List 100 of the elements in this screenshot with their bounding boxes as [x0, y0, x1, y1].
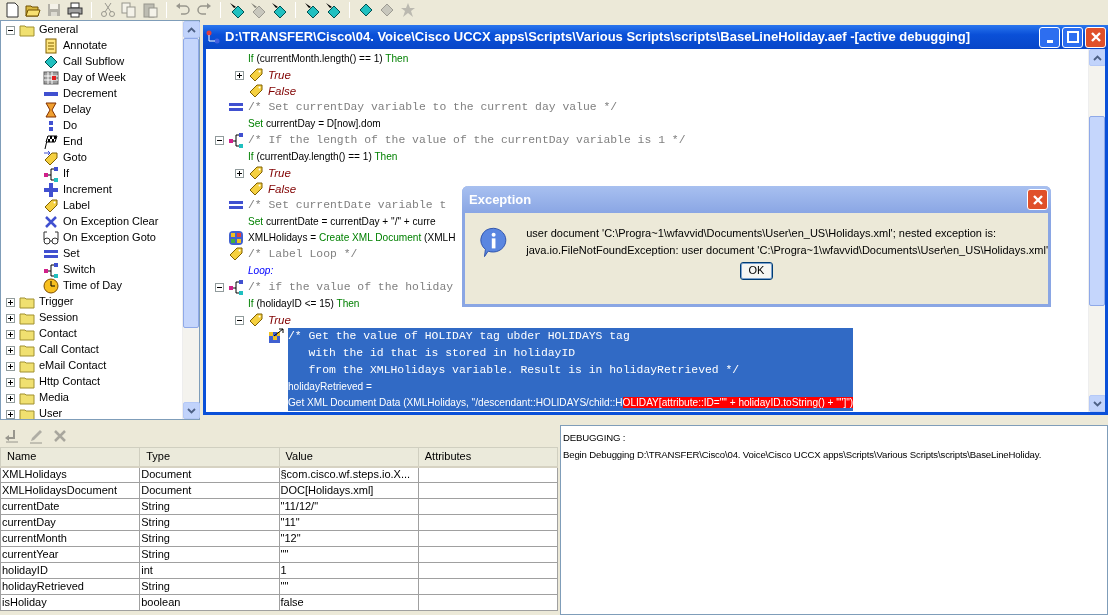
tree-item[interactable]: Http Contact	[37, 375, 101, 389]
tree-item[interactable]: If	[61, 167, 70, 181]
table-cell: currentDate	[0, 498, 140, 515]
scroll-up-button[interactable]	[183, 21, 200, 38]
table-cell: Document	[139, 482, 279, 499]
expand-toggle[interactable]	[234, 168, 244, 178]
branch-label[interactable]: True	[268, 165, 291, 181]
folder-icon	[19, 22, 35, 38]
plus-icon	[6, 346, 14, 354]
code-comment: /* Label Loop */	[248, 247, 358, 262]
branch-label[interactable]: False	[268, 83, 297, 99]
tree-item[interactable]: Contact	[37, 327, 77, 341]
expand-toggle[interactable]	[234, 70, 244, 80]
ok-button[interactable]: OK	[740, 262, 773, 280]
diamond-icon[interactable]	[325, 2, 341, 18]
tree-item[interactable]: Call Contact	[37, 343, 99, 357]
tree-item[interactable]: Call Subflow	[61, 55, 125, 69]
plus-icon	[6, 410, 14, 418]
code-line: Set currentDate = currentDay + "/" + curre	[248, 215, 436, 229]
scrollbar-track[interactable]	[182, 21, 199, 419]
selected-step-highlight[interactable]	[288, 328, 854, 411]
tree-item[interactable]: Switch	[61, 263, 96, 277]
plus-icon	[6, 298, 14, 306]
page-icon[interactable]	[4, 2, 20, 18]
scrollbar-track[interactable]	[1088, 49, 1105, 412]
tree-item[interactable]: Do	[61, 119, 78, 133]
expand-toggle[interactable]	[5, 329, 15, 339]
diamond-icon[interactable]	[271, 2, 287, 18]
expand-toggle[interactable]	[5, 409, 15, 419]
cross-icon	[43, 214, 59, 230]
tree-item[interactable]: Session	[37, 311, 79, 325]
tree-item[interactable]: Set	[61, 247, 80, 261]
tag-icon	[248, 312, 264, 328]
folder-icon	[19, 358, 35, 374]
column-header[interactable]: Name	[0, 447, 140, 467]
tree-item[interactable]: eMail Contact	[37, 359, 107, 373]
diamond-icon[interactable]	[229, 2, 245, 18]
debug-line: Begin Debugging D:\TRANSFER\Cisco\04. Voice\Cisco UCCX apps\Scripts\Various Scripts\scripts\BaseLineHoliday.	[563, 448, 1043, 462]
column-header[interactable]: Value	[279, 447, 419, 467]
table-cell: XMLHolidays	[0, 466, 140, 483]
minimize-button[interactable]	[1039, 26, 1060, 48]
branch-label[interactable]: True	[268, 67, 291, 83]
scrollbar-thumb[interactable]	[1089, 116, 1105, 306]
dialog-title: Exception	[469, 191, 533, 208]
minimize-icon	[1046, 39, 1053, 43]
expand-toggle[interactable]	[5, 345, 15, 355]
close-icon	[1089, 31, 1102, 43]
scroll-down-button[interactable]	[1089, 395, 1105, 412]
tree-item[interactable]: General	[37, 23, 79, 37]
tree-item[interactable]: Delay	[61, 103, 92, 117]
code-comment: /* Set currentDate variable t	[248, 198, 447, 213]
tag-icon	[248, 181, 264, 197]
tree-item[interactable]: Trigger	[37, 295, 74, 309]
expand-toggle[interactable]	[234, 315, 244, 325]
column-header[interactable]: Type	[139, 447, 279, 467]
branch-label[interactable]: False	[268, 181, 297, 197]
tree-item[interactable]: Label	[61, 199, 90, 213]
tree-item[interactable]: Time of Day	[61, 279, 122, 293]
tree-item[interactable]: Media	[37, 391, 69, 405]
scroll-down-button[interactable]	[183, 402, 200, 419]
expand-toggle[interactable]	[5, 361, 15, 371]
column-header[interactable]: Attributes	[418, 447, 558, 467]
scroll-up-button[interactable]	[1089, 49, 1105, 66]
maximize-button[interactable]	[1062, 26, 1083, 48]
tree-item[interactable]: Goto	[61, 151, 87, 165]
expand-toggle[interactable]	[5, 25, 15, 35]
branch-icon	[43, 166, 59, 182]
close-button[interactable]	[1085, 26, 1106, 48]
table-cell: ""	[279, 546, 419, 563]
close-button[interactable]	[1027, 189, 1048, 210]
tree-item[interactable]: User	[37, 407, 63, 419]
table-cell: holidayRetrieved	[0, 578, 140, 595]
tree-item[interactable]: End	[61, 135, 83, 149]
expand-toggle[interactable]	[5, 313, 15, 323]
printer-icon[interactable]	[67, 2, 83, 18]
note-icon	[43, 38, 59, 54]
expand-toggle[interactable]	[214, 135, 224, 145]
folder-icon	[19, 326, 35, 342]
tree-item[interactable]: Decrement	[61, 87, 117, 101]
table-cell: "11"	[279, 514, 419, 531]
tree-item[interactable]: Day of Week	[61, 71, 126, 85]
diamond-icon[interactable]	[358, 2, 374, 18]
hourglass-icon	[43, 102, 59, 118]
tree-item[interactable]: Increment	[61, 183, 112, 197]
tree-item[interactable]: On Exception Goto	[61, 231, 156, 245]
diamond-icon[interactable]	[304, 2, 320, 18]
open-folder-icon[interactable]	[25, 2, 41, 18]
table-cell: "12"	[279, 530, 419, 547]
plus-icon	[235, 169, 243, 177]
plus-icon	[6, 394, 14, 402]
expand-toggle[interactable]	[5, 393, 15, 403]
tree-item[interactable]: On Exception Clear	[61, 215, 159, 229]
expand-toggle[interactable]	[214, 282, 224, 292]
tree-item[interactable]: Annotate	[61, 39, 108, 53]
table-cell: String	[139, 530, 279, 547]
expand-toggle[interactable]	[5, 297, 15, 307]
expand-toggle[interactable]	[5, 377, 15, 387]
branch-label[interactable]: True	[268, 312, 291, 328]
plus-icon	[43, 182, 59, 198]
scrollbar-thumb[interactable]	[183, 38, 199, 328]
